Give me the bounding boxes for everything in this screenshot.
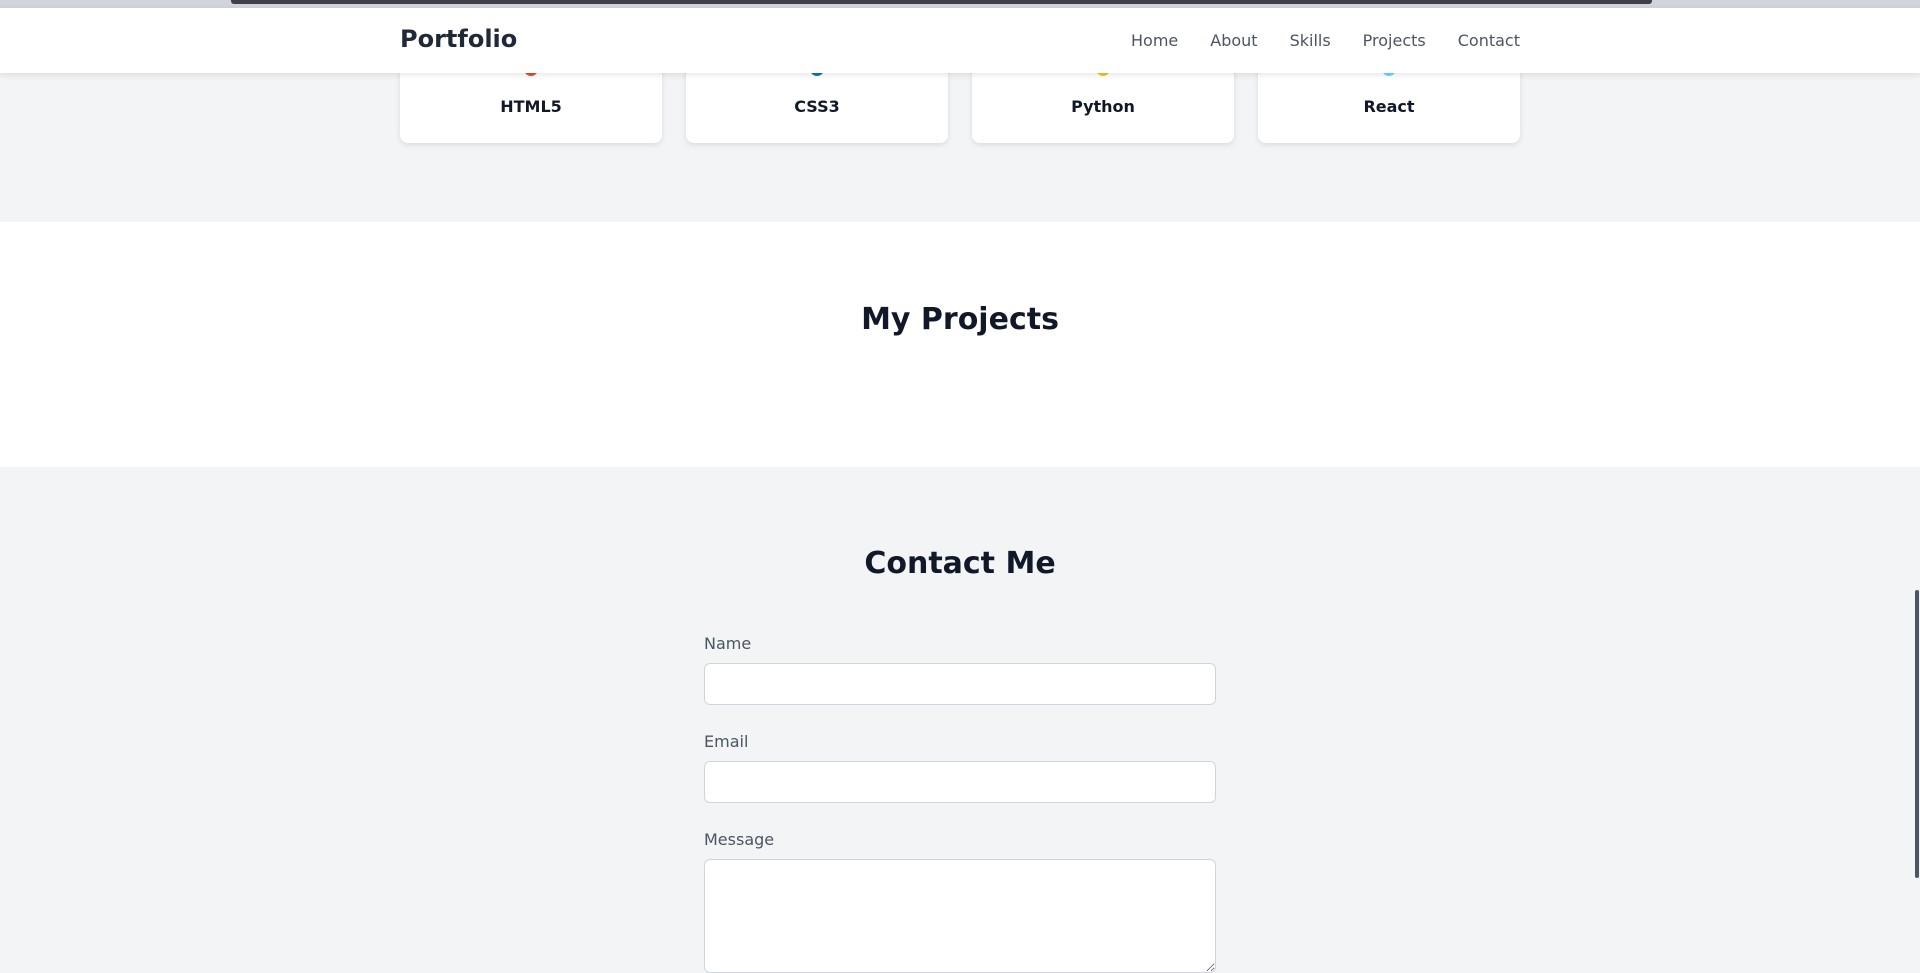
browser-top-strip [0, 0, 1920, 8]
nav-link-projects[interactable]: Projects [1363, 31, 1426, 50]
name-label: Name [704, 634, 752, 653]
nav-link-home[interactable]: Home [1131, 31, 1178, 50]
navbar: Portfolio Home About Skills Projects Con… [0, 8, 1920, 73]
skill-name: Python [1071, 97, 1135, 116]
name-field[interactable] [704, 663, 1216, 705]
projects-title: My Projects [861, 302, 1059, 337]
projects-section: My Projects [0, 222, 1920, 467]
scrollbar-thumb[interactable] [1915, 590, 1919, 878]
nav-link-about[interactable]: About [1210, 31, 1257, 50]
nav-links: Home About Skills Projects Contact [1131, 31, 1520, 50]
skill-name: HTML5 [500, 97, 562, 116]
nav-link-contact[interactable]: Contact [1458, 31, 1520, 50]
email-field[interactable] [704, 761, 1216, 803]
message-field[interactable] [704, 859, 1216, 973]
contact-section: Contact Me Name Email Message [0, 467, 1920, 973]
skill-name: CSS3 [794, 97, 840, 116]
brand-logo[interactable]: Portfolio [400, 25, 517, 53]
browser-top-bar [231, 0, 1652, 4]
nav-link-skills[interactable]: Skills [1290, 31, 1331, 50]
message-label: Message [704, 830, 775, 849]
email-label: Email [704, 732, 749, 751]
skill-name: React [1363, 97, 1415, 116]
contact-title: Contact Me [864, 546, 1056, 581]
